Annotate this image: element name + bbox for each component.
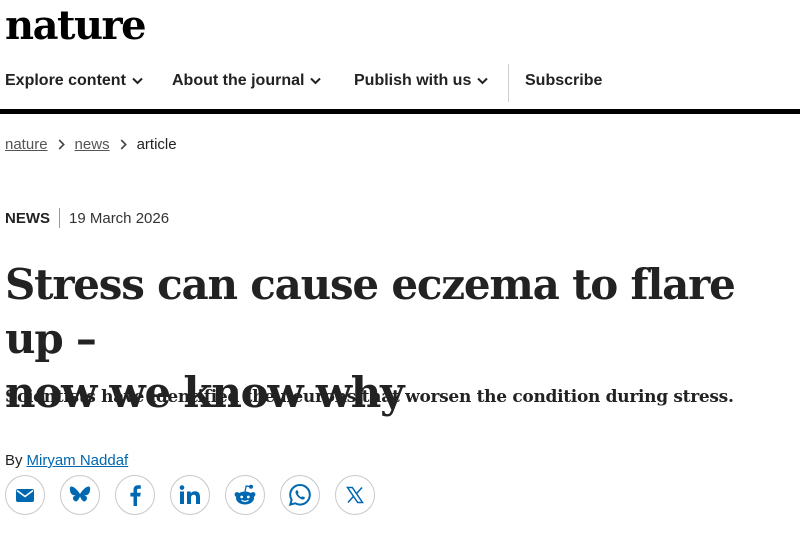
reddit-icon bbox=[233, 484, 257, 506]
share-facebook-button[interactable] bbox=[115, 475, 155, 515]
share-bluesky-button[interactable] bbox=[60, 475, 100, 515]
nav-publish-with-us[interactable]: Publish with us bbox=[354, 72, 489, 90]
chevron-right-icon bbox=[58, 139, 65, 150]
article-standfirst: Scientists have identified the neurons t… bbox=[5, 387, 734, 407]
chevron-down-icon bbox=[310, 77, 322, 85]
share-whatsapp-button[interactable] bbox=[280, 475, 320, 515]
breadcrumb-link-news[interactable]: news bbox=[75, 136, 110, 153]
chevron-down-icon bbox=[477, 77, 489, 85]
byline: By Miryam Naddaf bbox=[5, 452, 128, 469]
author-link[interactable]: Miryam Naddaf bbox=[27, 452, 129, 469]
bluesky-icon bbox=[69, 485, 91, 505]
share-x-button[interactable] bbox=[335, 475, 375, 515]
chevron-right-icon bbox=[120, 139, 127, 150]
email-icon bbox=[15, 488, 35, 503]
share-email-button[interactable] bbox=[5, 475, 45, 515]
breadcrumb-current: article bbox=[136, 136, 177, 153]
nav-explore-content[interactable]: Explore content bbox=[5, 72, 143, 90]
x-icon bbox=[346, 486, 364, 504]
nav-item-label: Explore content bbox=[5, 72, 126, 89]
share-buttons bbox=[5, 475, 390, 515]
breadcrumb: nature news article bbox=[5, 136, 177, 153]
nav-item-label: About the journal bbox=[172, 72, 305, 89]
nav-item-label: Publish with us bbox=[354, 72, 472, 89]
share-linkedin-button[interactable] bbox=[170, 475, 210, 515]
chevron-down-icon bbox=[132, 77, 143, 85]
subscribe-label: Subscribe bbox=[525, 72, 603, 89]
article-type: NEWS bbox=[5, 209, 50, 227]
article-title-line-1: Stress can cause eczema to flare up – bbox=[5, 260, 736, 363]
whatsapp-icon bbox=[288, 483, 312, 507]
byline-prefix: By bbox=[5, 452, 23, 469]
nav-about-the-journal[interactable]: About the journal bbox=[172, 72, 322, 90]
header-rule bbox=[0, 109, 800, 114]
article-date: 19 March 2026 bbox=[69, 209, 170, 227]
meta-divider bbox=[59, 208, 60, 228]
article-meta: NEWS 19 March 2026 bbox=[5, 208, 169, 228]
main-nav: Explore content About the journal Publis… bbox=[0, 64, 800, 104]
share-reddit-button[interactable] bbox=[225, 475, 265, 515]
breadcrumb-link-nature[interactable]: nature bbox=[5, 136, 48, 153]
linkedin-icon bbox=[179, 485, 201, 505]
facebook-icon bbox=[128, 484, 142, 506]
nature-logo[interactable]: nature bbox=[5, 2, 147, 49]
subscribe-link[interactable]: Subscribe bbox=[525, 72, 602, 90]
nav-divider bbox=[508, 64, 509, 102]
